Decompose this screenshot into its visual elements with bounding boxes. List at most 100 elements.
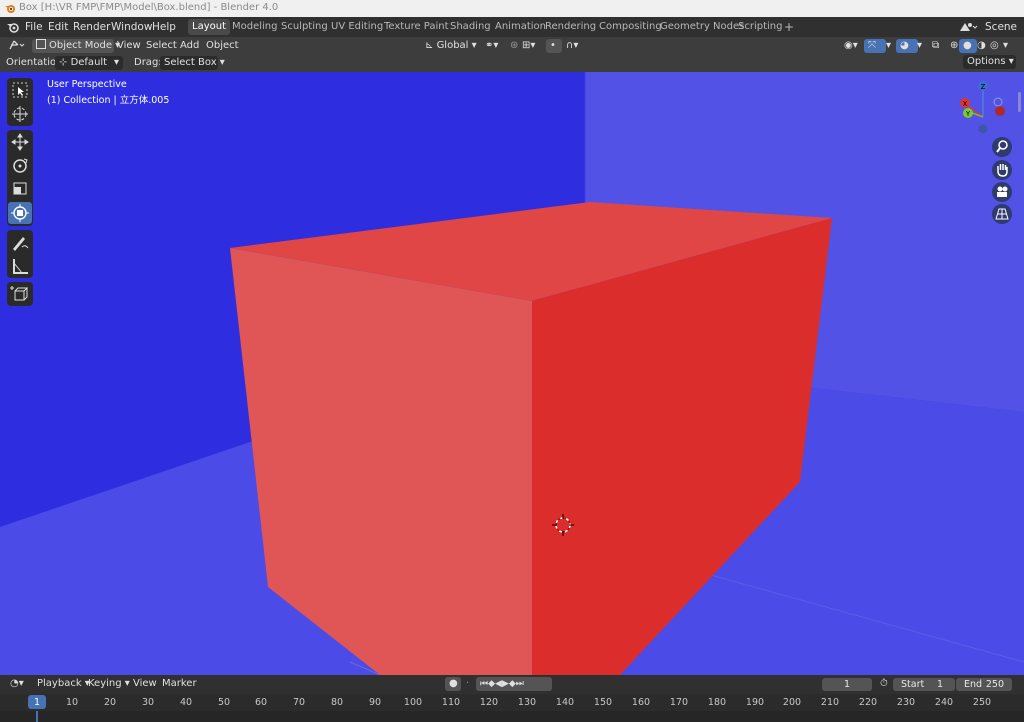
gizmo-dropdown-icon[interactable]: ▾ (882, 39, 895, 53)
ruler-tick: 90 (368, 697, 382, 708)
timeline-ruler[interactable]: 1 10 20 30 40 50 60 70 80 90 100 110 120… (0, 694, 1024, 711)
add-cube-tool[interactable] (8, 283, 32, 305)
current-frame-field[interactable]: 1 (822, 678, 872, 691)
timeline-menu-marker[interactable]: Marker (158, 677, 201, 691)
ruler-tick: 40 (179, 697, 193, 708)
ruler-tick: 180 (707, 697, 727, 708)
stopwatch-icon[interactable]: ⏱ (876, 677, 892, 691)
ruler-tick: 150 (593, 697, 613, 708)
prev-keyframe-icon[interactable]: ◆ (488, 679, 495, 689)
tool-settings-bar: Orientation: ⊹ Default ▾ Drag: Select Bo… (0, 54, 1024, 72)
pivot-point-icon[interactable]: ⚭▾ (481, 39, 502, 53)
cursor-icon (12, 106, 28, 122)
editor-type-icon (9, 40, 25, 50)
ruler-tick: 10 (65, 697, 79, 708)
annotate-tool[interactable] (8, 231, 32, 253)
scale-icon (13, 182, 27, 195)
auto-keying-icon[interactable]: ● (445, 677, 461, 691)
timeline-body[interactable] (0, 711, 1024, 722)
timeline-editor-type-icon[interactable]: ◔▾ (6, 677, 28, 691)
overlay-dropdown-icon[interactable]: ▾ (913, 39, 926, 53)
object-mode-icon (36, 39, 46, 49)
end-frame-field[interactable]: End 250 (956, 678, 1012, 691)
next-keyframe-icon[interactable]: ◆ (509, 679, 516, 689)
mode-label: Object Mode (49, 40, 112, 51)
ruler-tick: 120 (479, 697, 499, 708)
annotate-icon (13, 237, 29, 251)
options-dropdown[interactable]: Options ▾ (963, 55, 1016, 69)
snap-target-icon[interactable]: ⊞▾ (518, 39, 539, 53)
perspective-toggle-button[interactable] (992, 204, 1012, 224)
scale-tool[interactable] (8, 178, 32, 200)
select-box-icon (12, 82, 28, 98)
scene-name[interactable]: Scene (981, 20, 1021, 34)
visibility-icon[interactable]: ◉▾ (840, 39, 862, 53)
orientation-dropdown[interactable]: ⊹ Default ▾ (55, 56, 123, 70)
drag-dropdown[interactable]: Select Box ▾ (160, 56, 225, 70)
scene-selector-icon[interactable] (958, 20, 978, 34)
mode-dropdown[interactable]: Object Mode ▾ (32, 39, 120, 53)
measure-tool[interactable] (8, 255, 32, 277)
tab-rendering[interactable]: Rendering (541, 19, 600, 35)
add-workspace-button[interactable]: + (780, 19, 798, 35)
toolbox-annotate-group (7, 230, 33, 278)
menu-view[interactable]: View (113, 39, 145, 53)
timeline-menu-view[interactable]: View (129, 677, 161, 691)
camera-view-button[interactable] (992, 182, 1012, 202)
gizmo-y-label: Y (965, 110, 971, 118)
window-title-bar: Box [H:\VR FMP\FMP\Model\Box.blend] - Bl… (0, 0, 1024, 17)
keying-set-icon[interactable]: · (462, 677, 473, 691)
shading-dropdown-icon[interactable]: ▾ (999, 39, 1012, 53)
move-tool[interactable] (8, 131, 32, 153)
ruler-tick: 250 (972, 697, 992, 708)
ruler-tick: 30 (141, 697, 155, 708)
ruler-tick: 160 (631, 697, 651, 708)
viewport-header: Object Mode ▾ View Select Add Object ⊾ G… (0, 37, 1024, 54)
transform-icon (11, 204, 29, 222)
tab-modeling[interactable]: Modeling (228, 19, 282, 35)
jump-start-icon[interactable]: ⏮ (480, 679, 488, 689)
start-frame-field[interactable]: Start 1 (893, 678, 955, 691)
tab-scripting[interactable]: Scripting (734, 19, 786, 35)
jump-end-icon[interactable]: ⏭ (516, 679, 524, 689)
editor-type-button[interactable] (4, 39, 32, 53)
falloff-icon[interactable]: ∩▾ (562, 39, 582, 53)
end-value: 250 (985, 679, 1004, 690)
timeline-header: ◔▾ Playback ▾ Keying ▾ View Marker ● · ⏮… (0, 675, 1024, 694)
tab-shading[interactable]: Shading (446, 19, 495, 35)
select-box-tool[interactable] (8, 79, 32, 101)
menu-help[interactable]: Help (148, 20, 180, 34)
rotate-tool[interactable] (8, 155, 32, 177)
playback-controls[interactable]: ⏮◆◀▶◆⏭ (476, 677, 552, 691)
tab-layout[interactable]: Layout (188, 19, 230, 35)
tab-uv-editing[interactable]: UV Editing (327, 19, 387, 35)
pan-button[interactable] (992, 160, 1012, 180)
menu-file[interactable]: File (21, 20, 47, 34)
tab-texture-paint[interactable]: Texture Paint (380, 19, 453, 35)
ruler-tick: 80 (330, 697, 344, 708)
menu-add[interactable]: Add (176, 39, 203, 53)
transform-orientation-dropdown[interactable]: ⊾ Global ▾ (421, 39, 485, 53)
blender-logo-icon (5, 5, 15, 13)
proportional-edit-icon[interactable]: • (546, 39, 562, 53)
blender-menu-icon[interactable] (6, 21, 20, 33)
menu-object[interactable]: Object (202, 39, 243, 53)
3d-viewport[interactable]: Z X Y User Perspective (1) Collection | … (0, 72, 1024, 675)
timeline-menu-keying[interactable]: Keying ▾ (84, 677, 134, 691)
zoom-button[interactable] (992, 137, 1012, 157)
measure-icon (13, 259, 28, 274)
ruler-tick: 200 (782, 697, 802, 708)
region-toggle-handle[interactable] (1018, 92, 1021, 112)
cursor-tool[interactable] (8, 103, 32, 125)
rotate-icon (13, 158, 28, 173)
gizmo-neg-x[interactable] (995, 106, 1005, 116)
ruler-tick: 1 (33, 697, 41, 708)
tab-sculpting[interactable]: Sculpting (277, 19, 332, 35)
play-icon[interactable]: ▶ (502, 679, 509, 689)
viewport-scene: Z X Y (0, 72, 1024, 675)
hand-icon (997, 164, 1008, 177)
xray-icon[interactable]: ⧉ (928, 39, 943, 53)
play-reverse-icon[interactable]: ◀ (495, 679, 502, 689)
gizmo-neg-y[interactable] (978, 124, 988, 134)
transform-tool[interactable] (8, 202, 32, 224)
